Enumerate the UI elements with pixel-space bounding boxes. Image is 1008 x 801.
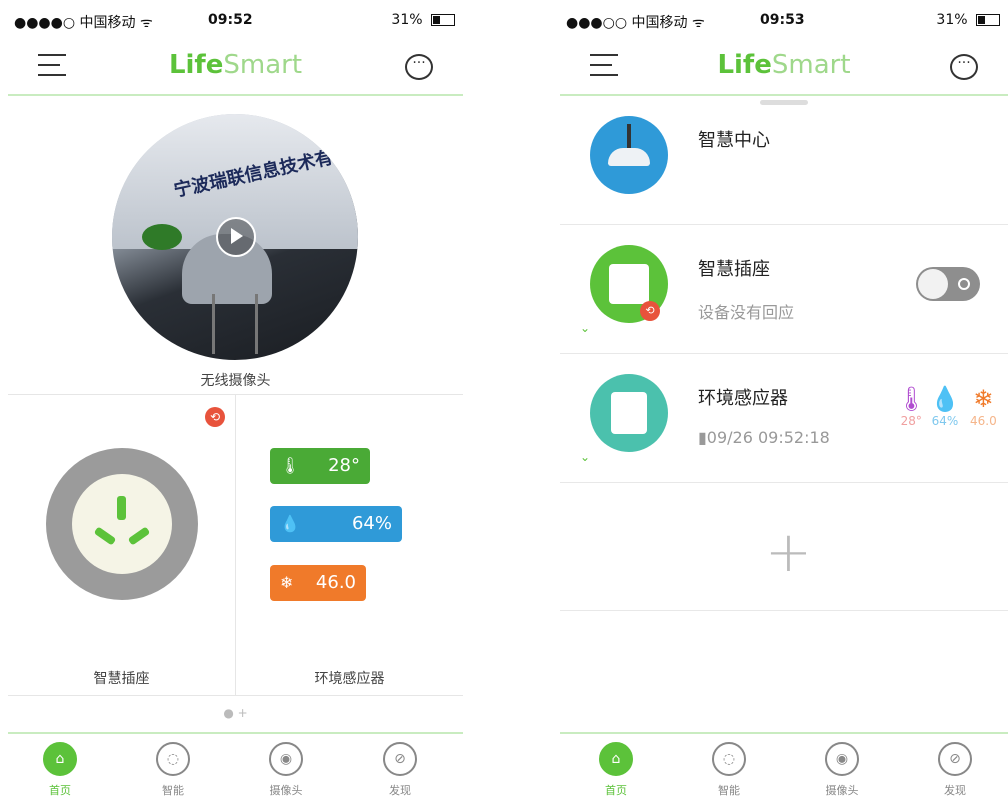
tab-camera[interactable]: ◉ 摄像头 [256,742,316,798]
socket-icon: ⟲ [590,245,668,323]
chat-icon[interactable]: ··· [405,54,433,80]
app-logo: LifeSmart [168,50,303,80]
device-row-socket[interactable]: ⟲ ⌄ 智慧插座 设备没有回应 [560,225,1008,354]
status-bar: ●●●●○ 中国移动 ᯤ 09:52 31% [8,0,463,40]
app-header: LifeSmart ··· [560,40,1008,96]
plant [142,224,182,250]
temperature-pill[interactable]: 🌡 28° [270,448,370,484]
humidity-value: 64% [351,513,392,534]
play-button[interactable] [216,217,256,257]
socket-label: 智慧插座 [93,671,150,687]
device-status: 设备没有回应 [698,303,795,322]
battery-percent: 31% [936,12,968,28]
status-time: 09:52 [208,12,253,28]
tab-discover[interactable]: ⊘ 发现 [925,742,985,798]
tab-smart-label: 智能 [718,784,740,797]
add-device-button[interactable]: + [765,520,812,585]
pm-value: 46.0 [315,572,356,593]
snowflake-icon: ❄ [280,573,294,592]
tab-smart-label: 智能 [162,784,184,797]
water-drop-icon: 💧 [280,514,300,533]
tab-smart[interactable]: ◌ 智能 [143,742,203,798]
snowflake-icon: ❄ [973,385,994,413]
chat-icon[interactable]: ··· [950,54,978,80]
battery-percent: 31% [391,12,423,28]
tab-smart[interactable]: ◌ 智能 [699,742,759,798]
battery-icon [976,14,1000,26]
compass-icon: ⊘ [938,742,972,776]
lamp-icon [590,116,668,194]
sync-alert-icon: ⟲ [205,407,225,427]
home-icon: ⌂ [43,742,77,776]
page-indicator: ● + [223,706,248,720]
tab-discover-label: 发现 [944,784,966,797]
tab-bar: ⌂ 首页 ◌ 智能 ◉ 摄像头 ⊘ 发现 [560,732,1008,801]
pm-pill[interactable]: ❄ 46.0 [270,565,366,601]
tab-discover[interactable]: ⊘ 发现 [370,742,430,798]
tab-home-label: 首页 [605,784,627,797]
camera-icon: ◉ [269,742,303,776]
tab-camera-label: 摄像头 [269,784,303,797]
tab-home-label: 首页 [49,784,71,797]
mini-pm: ❄ 46.0 [970,385,997,428]
smart-socket-tile[interactable] [46,448,198,600]
compass-icon: ⊘ [383,742,417,776]
camera-icon: ◉ [825,742,859,776]
device-name: 智慧插座 [698,259,770,280]
tab-camera[interactable]: ◉ 摄像头 [812,742,872,798]
app-header: LifeSmart ··· [8,40,463,96]
socket-icon [72,474,172,574]
smart-icon: ◌ [156,742,190,776]
tab-bar: ⌂ 首页 ◌ 智能 ◉ 摄像头 ⊘ 发现 [8,732,463,801]
device-row-env[interactable]: ⌄ 环境感应器 ▮09/26 09:52:18 🌡 28° 💧 64% ❄ 46… [560,354,1008,483]
status-time: 09:53 [760,12,805,28]
status-bar: ●●●○○ 中国移动 ᯤ 09:53 31% [560,0,1008,40]
env-sensor-icon [590,374,668,452]
device-name: 智慧中心 [698,130,770,151]
mini-temp: 🌡 28° [896,385,927,428]
app-logo: LifeSmart [717,50,851,80]
humidity-pill[interactable]: 💧 64% [270,506,402,542]
device-row-hub[interactable]: 智慧中心 [560,96,1008,225]
water-drop-icon: 💧 [930,385,960,413]
carrier-signal: ●●●●○ 中国移动 ᯤ [14,15,153,31]
camera-preview[interactable]: 宁波瑞联信息技术有限 [112,114,358,360]
right-screen: ●●●○○ 中国移动 ᯤ 09:53 31% LifeSmart ··· 智慧中… [560,0,1008,801]
battery-icon [431,14,455,26]
power-toggle[interactable] [916,267,980,301]
tab-home[interactable]: ⌂ 首页 [586,742,646,798]
temperature-value: 28° [328,455,360,476]
tab-home[interactable]: ⌂ 首页 [30,742,90,798]
left-screen: ●●●●○ 中国移动 ᯤ 09:52 31% LifeSmart ··· 宁波瑞… [8,0,463,801]
tab-camera-label: 摄像头 [825,784,859,797]
mini-humidity: 💧 64% [930,385,960,428]
chevron-down-icon[interactable]: ⌄ [580,450,590,464]
status-battery: 31% [936,12,1000,28]
home-icon: ⌂ [599,742,633,776]
camera-label: 无线摄像头 [200,373,271,389]
thermometer-icon: 🌡 [280,456,301,475]
smart-icon: ◌ [712,742,746,776]
tab-discover-label: 发现 [389,784,411,797]
env-sensor-label: 环境感应器 [314,671,385,687]
chevron-down-icon[interactable]: ⌄ [580,321,590,335]
carrier-signal: ●●●○○ 中国移动 ᯤ [566,15,705,31]
device-name: 环境感应器 [698,388,788,409]
status-battery: 31% [391,12,455,28]
device-timestamp: ▮09/26 09:52:18 [698,428,830,447]
thermometer-icon: 🌡 [896,385,927,413]
